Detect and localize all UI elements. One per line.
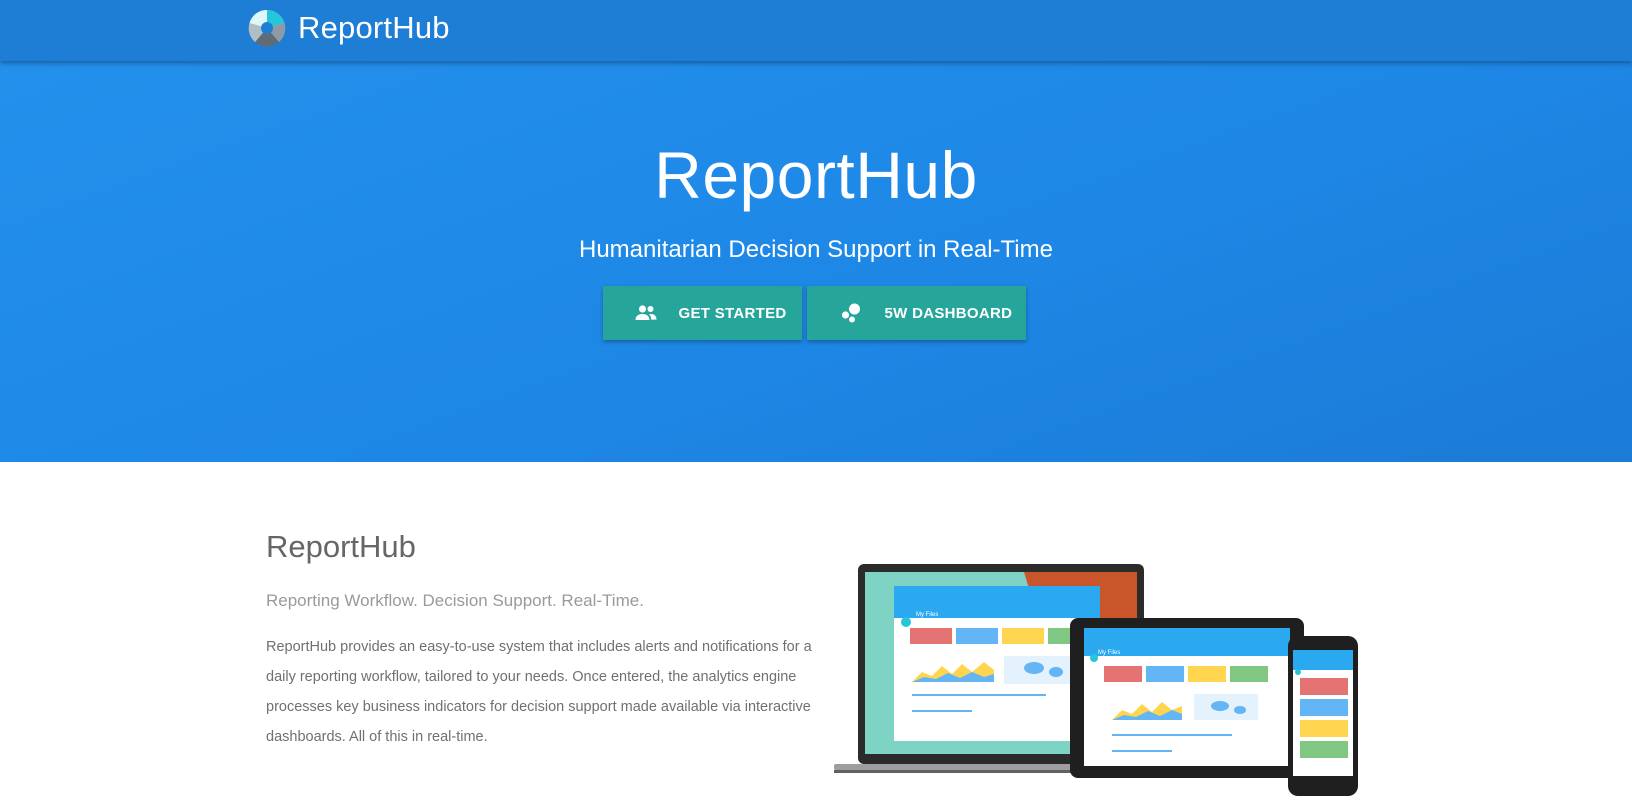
bubbles-icon — [841, 303, 860, 323]
hero-buttons: GET STARTED 5W DASHBOARD — [0, 286, 1632, 340]
tablet-image: My Files — [1070, 618, 1304, 778]
about-title: ReportHub — [266, 529, 416, 564]
5w-dashboard-button[interactable]: 5W DASHBOARD — [806, 286, 1026, 340]
devices-illustration: My Files My Files — [834, 564, 1358, 796]
brand-name: ReportHub — [298, 10, 450, 45]
about-description: ReportHub provides an easy-to-use system… — [266, 639, 812, 745]
reporthub-logo-icon — [248, 9, 286, 47]
hero-subtitle: Humanitarian Decision Support in Real-Ti… — [579, 236, 1053, 263]
tablet-screen-title: My Files — [1098, 650, 1120, 656]
hero-section: ReportHub Humanitarian Decision Support … — [0, 61, 1632, 462]
users-icon — [635, 305, 656, 320]
hero-title: ReportHub — [654, 138, 978, 212]
get-started-label: GET STARTED — [678, 304, 787, 322]
get-started-button[interactable]: GET STARTED — [602, 286, 802, 340]
navbar: ReportHub — [0, 0, 1632, 61]
about-subtitle: Reporting Workflow. Decision Support. Re… — [266, 591, 644, 610]
brand-link[interactable]: ReportHub — [248, 9, 450, 47]
phone-image — [1288, 636, 1358, 796]
5w-dashboard-label: 5W DASHBOARD — [884, 304, 1013, 322]
laptop-screen-title: My Files — [916, 612, 938, 618]
